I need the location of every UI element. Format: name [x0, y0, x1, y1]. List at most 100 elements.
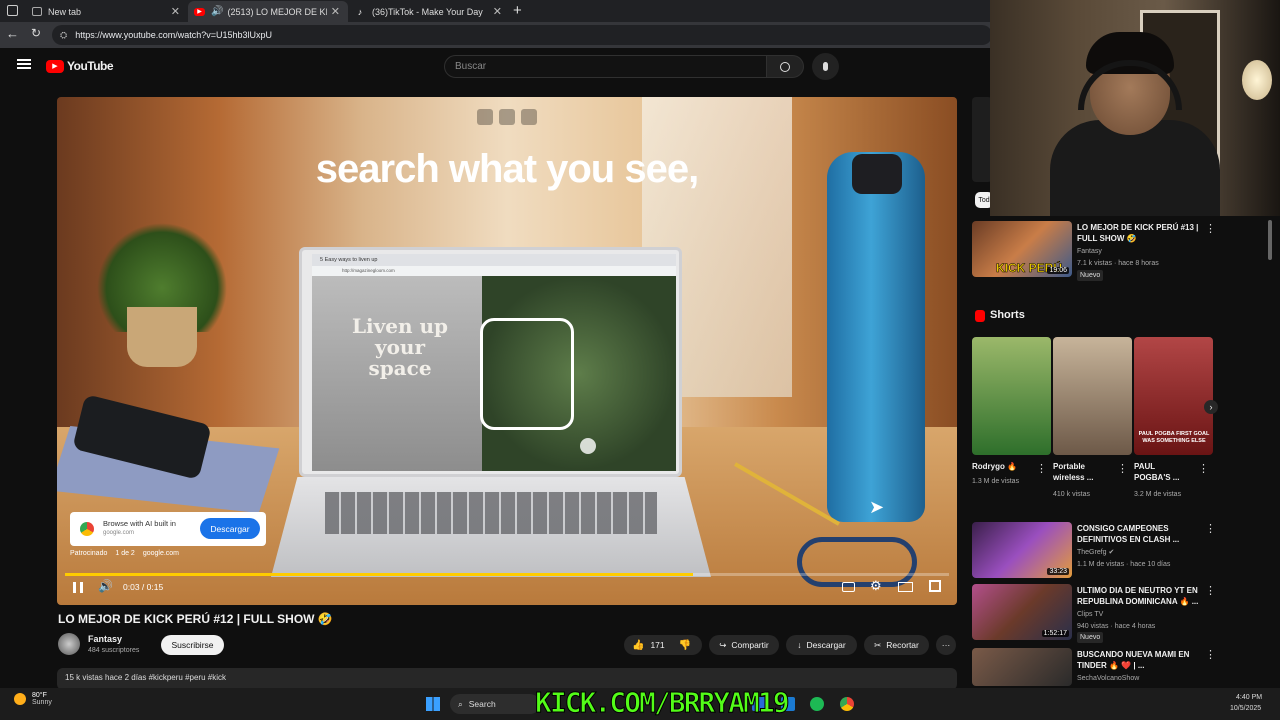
sidebar-video-title[interactable]: BUSCANDO NUEVA MAMI EN TINDER 🔥 ❤️ | ...	[1077, 649, 1202, 671]
more-actions-button[interactable]: ···	[936, 635, 956, 655]
short-thumb[interactable]: PAUL POGBA FIRST GOAL WAS SOMETHING ELSE	[1134, 337, 1213, 455]
more-horizontal-icon: ···	[941, 640, 951, 650]
dislike-icon[interactable]: 👎	[679, 640, 691, 651]
chrome-icon	[80, 522, 94, 536]
webcam-lamp	[1242, 60, 1272, 100]
sidebar-video-thumb[interactable]: 1:52:17	[972, 584, 1072, 640]
sidebar-ad-thumb[interactable]	[972, 97, 992, 182]
sidebar-video-thumb[interactable]	[972, 648, 1072, 686]
sidebar-video-channel[interactable]: TheGrefg ✔	[1077, 547, 1114, 558]
more-vertical-icon[interactable]: ⋮	[1198, 462, 1209, 475]
reload-icon[interactable]: ↻	[31, 26, 41, 40]
subscriber-count: 484 suscriptores	[88, 647, 140, 654]
short-title[interactable]: PAUL POGBA'S ...	[1134, 461, 1192, 483]
weather-widget[interactable]: 80°F Sunny	[14, 692, 52, 706]
duration-badge: 1:52:17	[1041, 630, 1069, 637]
ad-text: Browse with AI built in	[103, 519, 176, 528]
subtitles-icon[interactable]	[842, 582, 855, 592]
search-input[interactable]: Buscar	[444, 55, 767, 78]
clock-time[interactable]: 4:40 PM	[1236, 694, 1262, 701]
chrome-app-icon[interactable]	[840, 697, 854, 711]
tab-new-tab[interactable]: New tab ✕	[26, 1, 188, 22]
share-button[interactable]: ↪ Compartir	[709, 635, 779, 655]
back-arrow-icon[interactable]: ←	[6, 26, 19, 41]
image-icon[interactable]	[499, 109, 515, 125]
sidebar-video-thumb[interactable]: KICK PERÚ 19:06	[972, 221, 1072, 277]
close-icon[interactable]: ✕	[331, 5, 340, 18]
laptop-headline: Liven up your space	[351, 314, 449, 380]
pause-icon[interactable]	[73, 582, 83, 593]
sidebar-video-stats: 7.1 k vistas · hace 8 horas	[1077, 260, 1159, 267]
tab-list-icon[interactable]	[7, 5, 18, 16]
scrollbar-thumb[interactable]	[1268, 220, 1272, 260]
tab-title: New tab	[48, 6, 82, 17]
short-title[interactable]: Portable wireless ...	[1053, 461, 1111, 483]
short-thumb[interactable]	[972, 337, 1051, 455]
more-vertical-icon[interactable]: ⋮	[1205, 222, 1216, 235]
duration-badge: 33:23	[1047, 568, 1069, 575]
fullscreen-icon[interactable]	[929, 580, 941, 592]
sidebar-video-title[interactable]: LO MEJOR DE KICK PERÚ #13 | FULL SHOW 🤣	[1077, 222, 1202, 244]
sidebar-video-channel[interactable]: Fantasy	[1077, 246, 1102, 257]
clip-label: Recortar	[886, 640, 919, 650]
youtube-logo-icon: ▶	[46, 59, 64, 73]
ad-card[interactable]: Browse with AI built in google.com Desca…	[70, 512, 266, 546]
like-icon[interactable]: 👍	[632, 640, 644, 651]
shorts-next-chevron-icon[interactable]: ›	[1204, 400, 1218, 414]
ad-download-button[interactable]: Descargar	[200, 518, 260, 539]
url-field[interactable]: ⛭ https://www.youtube.com/watch?v=U15hb3…	[52, 25, 992, 45]
sidebar-video-title[interactable]: ULTIMO DIA DE NEUTRO YT EN REPUBLINA DOM…	[1077, 585, 1202, 607]
speaker-icon[interactable]: 🔊	[211, 6, 223, 17]
document-icon[interactable]	[521, 109, 537, 125]
webcam-overlay	[990, 0, 1280, 216]
more-vertical-icon[interactable]: ⋮	[1036, 462, 1047, 475]
shorts-icon	[975, 310, 985, 322]
sponsored-label: Patrocinado	[70, 550, 108, 557]
sidebar-video-title[interactable]: CONSIGO CAMPEONES DEFINITIVOS EN CLASH .…	[1077, 523, 1202, 545]
sidebar-video-stats: 940 vistas · hace 4 horas	[1077, 623, 1156, 630]
short-thumb[interactable]	[1053, 337, 1132, 455]
theater-mode-icon[interactable]	[898, 582, 913, 592]
settings-gear-icon[interactable]: ⚙	[870, 578, 882, 594]
tab-tiktok[interactable]: ♪ (36)TikTok - Make Your Day ✕	[348, 1, 510, 22]
search-button[interactable]	[766, 55, 804, 78]
spotify-app-icon[interactable]	[810, 697, 824, 711]
weather-temp: 80°F	[32, 692, 47, 699]
channel-name[interactable]: Fantasy	[88, 634, 122, 644]
more-vertical-icon[interactable]: ⋮	[1205, 584, 1216, 597]
more-vertical-icon[interactable]: ⋮	[1205, 648, 1216, 661]
like-count: 171	[650, 640, 665, 650]
subscribe-button[interactable]: Suscribirse	[161, 635, 224, 655]
short-views: 1.3 M de vistas	[972, 478, 1020, 485]
youtube-logo-text: YouTube	[67, 59, 114, 73]
crop-icon[interactable]	[477, 109, 493, 125]
scrollbar[interactable]	[1268, 218, 1274, 678]
windows-start-icon[interactable]	[426, 697, 440, 711]
short-title[interactable]: Rodrygo 🔥	[972, 461, 1017, 472]
site-info-icon[interactable]: ⛭	[60, 30, 67, 41]
video-player[interactable]: 5 Easy ways to liven up http://magazineg…	[57, 97, 957, 605]
download-icon: ↓	[797, 640, 802, 650]
volume-icon[interactable]: 🔊	[98, 579, 113, 593]
channel-avatar[interactable]	[58, 633, 80, 655]
new-tab-plus-icon[interactable]: +	[513, 2, 522, 19]
search-icon: ⌕	[458, 698, 463, 709]
sidebar-video-channel[interactable]: Clips TV	[1077, 609, 1103, 620]
taskbar-search[interactable]: ⌕ Search	[450, 694, 540, 714]
download-button[interactable]: ↓ Descargar	[786, 635, 857, 655]
new-badge: Nuevo	[1077, 632, 1104, 643]
description-box[interactable]: 15 k vistas hace 2 días #kickperu #peru …	[57, 668, 957, 690]
tab-youtube[interactable]: ▶ 🔊 (2513) LO MEJOR DE KICK PE ✕	[188, 1, 348, 22]
youtube-logo[interactable]: ▶ YouTube	[46, 59, 114, 73]
menu-icon[interactable]	[17, 59, 31, 69]
clock-date[interactable]: 10/5/2025	[1230, 705, 1261, 712]
voice-search-button[interactable]	[812, 53, 839, 80]
sidebar-video-thumb[interactable]: 33:23	[972, 522, 1072, 578]
close-icon[interactable]: ✕	[171, 5, 180, 18]
sidebar-video-channel[interactable]: SechaVolcanoShow	[1077, 673, 1139, 684]
ad-sponsor-domain[interactable]: google.com	[143, 550, 179, 557]
more-vertical-icon[interactable]: ⋮	[1117, 462, 1128, 475]
close-icon[interactable]: ✕	[493, 5, 502, 18]
more-vertical-icon[interactable]: ⋮	[1205, 522, 1216, 535]
clip-button[interactable]: ✂ Recortar	[864, 635, 929, 655]
